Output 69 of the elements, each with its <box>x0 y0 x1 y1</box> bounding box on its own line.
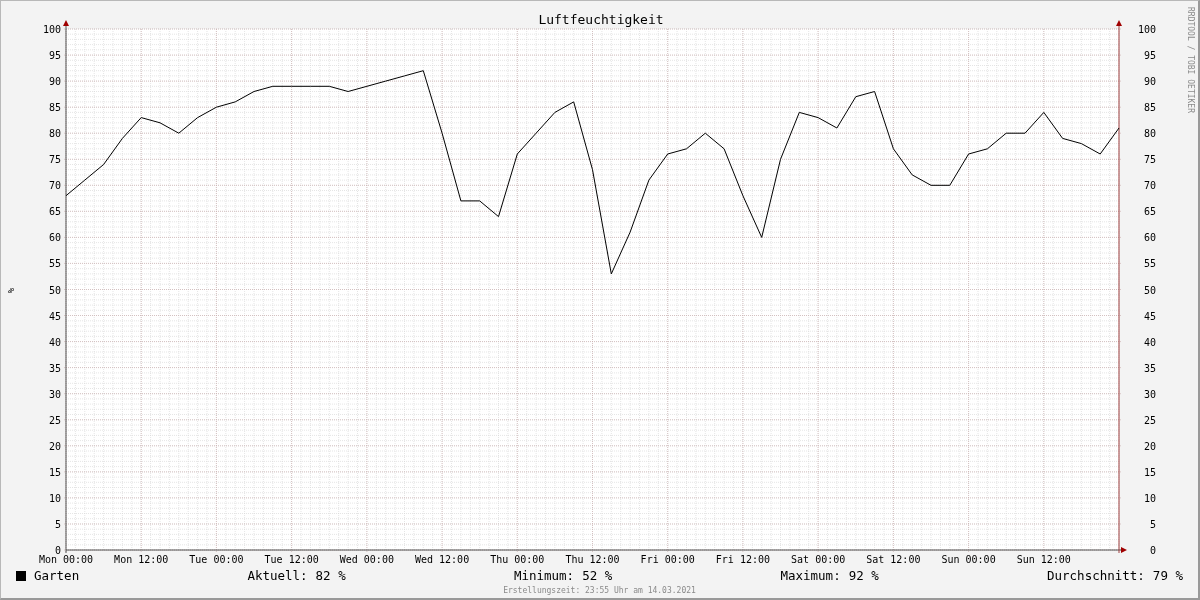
legend-series-name: Garten <box>34 567 80 585</box>
y-tick-label: 70 <box>1143 180 1156 192</box>
x-tick-label: Sat 00:00 <box>791 554 846 565</box>
y-tick-label: 50 <box>1143 284 1156 296</box>
x-tick-label: Wed 12:00 <box>415 554 470 565</box>
y-tick-label: 0 <box>54 545 61 556</box>
y-tick-label: 20 <box>48 440 61 452</box>
y-tick-label: 60 <box>1143 232 1156 244</box>
y-tick-label: 100 <box>1137 24 1156 35</box>
y-tick-label: 80 <box>1143 128 1156 140</box>
y-tick-label: 65 <box>48 206 61 218</box>
y-tick-label: 45 <box>1143 310 1156 322</box>
stat-label: Durchschnitt: <box>1047 567 1145 585</box>
y-tick-label: 35 <box>48 362 61 374</box>
y-tick-label: 15 <box>1143 466 1156 478</box>
x-tick-label: Sun 00:00 <box>941 554 996 565</box>
y-tick-label: 15 <box>48 466 61 478</box>
y-tick-label: 85 <box>1143 102 1156 114</box>
x-tick-label: Thu 12:00 <box>565 554 620 565</box>
stat-label: Maximum: <box>780 567 841 585</box>
y-tick-label: 95 <box>48 50 61 62</box>
x-tick-label: Mon 00:00 <box>38 554 94 565</box>
x-tick-label: Fri 00:00 <box>640 554 695 565</box>
y-tick-label: 10 <box>48 492 61 504</box>
x-tick-label: Wed 00:00 <box>339 554 394 565</box>
y-tick-label: 25 <box>48 414 61 426</box>
y-tick-label: 90 <box>48 76 61 88</box>
y-tick-label: 20 <box>1143 440 1156 452</box>
y-tick-label: 90 <box>1143 76 1156 88</box>
x-tick-label: Tue 12:00 <box>264 554 319 565</box>
stat-value: 52 % <box>582 567 613 585</box>
stat-label: Minimum: <box>513 567 575 585</box>
x-tick-label: Fri 12:00 <box>715 554 770 565</box>
y-tick-label: 30 <box>1143 388 1156 400</box>
x-tick-label: Mon 12:00 <box>114 554 169 565</box>
y-tick-label: 55 <box>1143 258 1156 270</box>
y-tick-label: 85 <box>48 102 61 114</box>
y-tick-label: 25 <box>1143 414 1156 426</box>
y-tick-label: 65 <box>1143 206 1156 218</box>
y-tick-label: 55 <box>48 258 61 270</box>
stat-value: 82 % <box>315 567 346 585</box>
chart-title: Luftfeuchtigkeit <box>538 12 664 27</box>
y-tick-label: 50 <box>48 284 61 296</box>
y-tick-label: 80 <box>48 128 61 140</box>
x-tick-label: Sat 12:00 <box>866 554 921 565</box>
stat-value: 92 % <box>848 567 879 585</box>
y-axis-label: % <box>6 287 16 294</box>
x-tick-label: Sun 12:00 <box>1016 554 1071 565</box>
y-tick-label: 60 <box>48 232 61 244</box>
y-tick-label: 45 <box>48 310 61 322</box>
y-tick-label: 95 <box>1143 50 1156 62</box>
y-tick-label: 10 <box>1143 492 1156 504</box>
y-tick-label: 75 <box>1143 154 1156 166</box>
y-tick-label: 30 <box>48 388 61 400</box>
y-tick-label: 70 <box>48 180 61 192</box>
x-tick-label: Tue 00:00 <box>189 554 244 565</box>
y-tick-label: 100 <box>42 24 61 35</box>
y-tick-label: 5 <box>54 518 61 530</box>
creation-time-text: Erstellungszeit: 23:55 Uhr am 14.03.2021 <box>502 585 697 597</box>
stat-label: Aktuell: <box>247 567 308 585</box>
y-tick-label: 35 <box>1143 362 1156 374</box>
x-tick-label: Thu 00:00 <box>490 554 545 565</box>
stat-value: 79 % <box>1152 567 1183 585</box>
y-tick-label: 40 <box>48 336 61 348</box>
y-tick-label: 0 <box>1149 545 1156 556</box>
y-tick-label: 5 <box>1149 518 1156 530</box>
y-tick-label: 40 <box>1143 336 1156 348</box>
y-tick-label: 75 <box>48 154 61 166</box>
credit-text: RRDTOOL / TOBI OETIKER <box>1185 7 1195 113</box>
